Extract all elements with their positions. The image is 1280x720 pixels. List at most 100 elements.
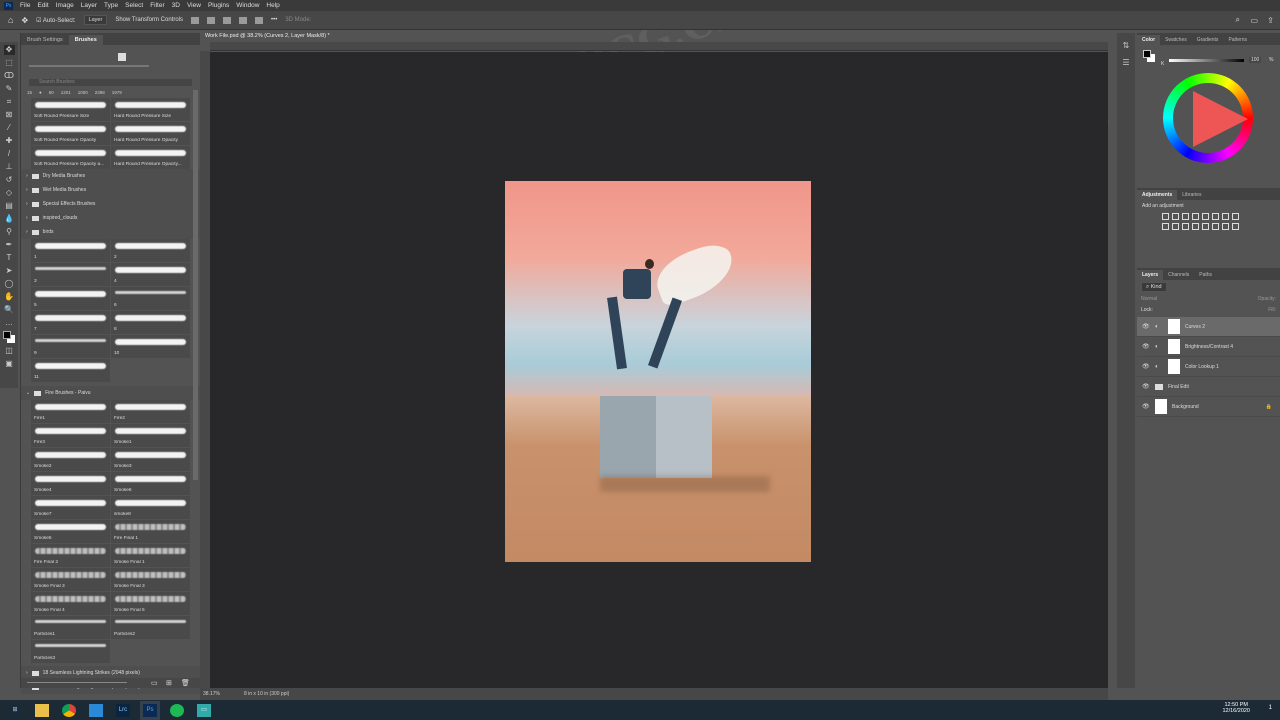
- adjustment-icon[interactable]: [1162, 223, 1169, 230]
- adjustment-icon[interactable]: [1182, 213, 1189, 220]
- brush-preset[interactable]: Soft Round Pressure Opacity a...: [31, 146, 110, 169]
- type-tool-icon[interactable]: T: [4, 253, 15, 263]
- tab-brush-settings[interactable]: Brush Settings: [21, 35, 69, 45]
- dodge-tool-icon[interactable]: ⚲: [4, 227, 15, 237]
- size-slider[interactable]: [29, 65, 149, 67]
- path-select-tool-icon[interactable]: ➤: [4, 266, 15, 276]
- tab-channels[interactable]: Channels: [1163, 270, 1194, 280]
- adjustment-icon[interactable]: [1172, 213, 1179, 220]
- brush-folder-fire[interactable]: ⌄ Fire Brushes - Paivu: [21, 386, 200, 400]
- tab-color[interactable]: Color: [1137, 35, 1161, 45]
- properties-panel-icon[interactable]: ☰: [1117, 58, 1135, 67]
- menu-window[interactable]: Window: [236, 2, 259, 9]
- share-icon[interactable]: ⇪: [1267, 16, 1274, 25]
- adjustment-icon[interactable]: [1232, 213, 1239, 220]
- brush-preset[interactable]: Smoke2: [31, 448, 110, 471]
- brush-preset[interactable]: Smoke Final 4: [31, 592, 110, 615]
- brush-preset[interactable]: Particles1: [31, 616, 110, 639]
- spotify-icon[interactable]: [170, 703, 184, 717]
- menu-view[interactable]: View: [187, 2, 201, 9]
- brush-preset[interactable]: Hard Round Pressure Opacity...: [111, 146, 190, 169]
- blur-tool-icon[interactable]: 💧: [4, 214, 15, 224]
- brush-tool-icon[interactable]: /: [4, 149, 15, 159]
- adjustment-icon[interactable]: [1212, 213, 1219, 220]
- adjustment-icon[interactable]: [1172, 223, 1179, 230]
- menu-plugins[interactable]: Plugins: [208, 2, 229, 9]
- brush-preset[interactable]: 3: [31, 263, 110, 286]
- align-right-icon[interactable]: [223, 16, 232, 24]
- brush-preset[interactable]: Smoke6: [111, 472, 190, 495]
- workspace-icon[interactable]: ▭: [1250, 16, 1258, 25]
- search-icon[interactable]: ⌕: [1236, 15, 1240, 25]
- brush-preset[interactable]: Particles2: [111, 616, 190, 639]
- fill-label[interactable]: Fill:: [1268, 307, 1276, 313]
- brush-preset[interactable]: Smoke3: [111, 448, 190, 471]
- lasso-tool-icon[interactable]: ↀ: [4, 71, 15, 81]
- k-slider[interactable]: [1169, 59, 1244, 62]
- delete-icon[interactable]: 🗑: [181, 679, 190, 687]
- brush-preset[interactable]: Fire2: [111, 400, 190, 423]
- brush-preset[interactable]: Hard Round Pressure Opacity: [111, 122, 190, 145]
- menu-image[interactable]: Image: [56, 2, 74, 9]
- gradient-tool-icon[interactable]: ▤: [4, 201, 15, 211]
- app-icon[interactable]: ▭: [197, 703, 211, 717]
- pen-tool-icon[interactable]: ✒: [4, 240, 15, 250]
- more-options-icon[interactable]: •••: [271, 17, 277, 23]
- frame-tool-icon[interactable]: ⊠: [4, 110, 15, 120]
- layer-row[interactable]: 👁 ◐ Color Lookup 1: [1137, 357, 1280, 377]
- brush-preset[interactable]: 4: [111, 263, 190, 286]
- brush-folder[interactable]: › Special Effects Brushes: [21, 197, 200, 211]
- zoom-level[interactable]: 38.17%: [203, 691, 220, 697]
- document-tab[interactable]: Work File.psd @ 38.2% (Curves 2, Layer M…: [200, 30, 348, 42]
- brush-preset[interactable]: Smoke Final 5: [111, 592, 190, 615]
- brush-preset[interactable]: 7: [31, 311, 110, 334]
- search-brushes-input[interactable]: Search Brushes: [29, 79, 192, 86]
- tab-paths[interactable]: Paths: [1194, 270, 1217, 280]
- new-group-icon[interactable]: ▭: [151, 679, 158, 687]
- crop-tool-icon[interactable]: ⌗: [4, 97, 15, 107]
- menu-filter[interactable]: Filter: [150, 2, 164, 9]
- quick-select-tool-icon[interactable]: ✎: [4, 84, 15, 94]
- home-icon[interactable]: ⌂: [8, 15, 13, 25]
- new-brush-icon[interactable]: [118, 53, 126, 61]
- adjustment-icon[interactable]: [1182, 223, 1189, 230]
- quick-mask-icon[interactable]: ◫: [4, 346, 15, 356]
- windows-start-icon[interactable]: ⊞: [8, 704, 22, 717]
- recent-brush[interactable]: 1000: [78, 90, 88, 95]
- document-size[interactable]: 8 in x 10 in (300 ppi): [244, 691, 289, 697]
- stamp-tool-icon[interactable]: ⊥: [4, 162, 15, 172]
- adjustment-icon[interactable]: [1232, 223, 1239, 230]
- menu-3d[interactable]: 3D: [172, 2, 180, 9]
- recent-brush[interactable]: 60: [49, 90, 54, 95]
- brush-preset[interactable]: Smoke4: [31, 472, 110, 495]
- opacity-label[interactable]: Opacity:: [1258, 296, 1276, 302]
- adjustment-icon[interactable]: [1202, 223, 1209, 230]
- align-top-icon[interactable]: [239, 16, 248, 24]
- auto-select-checkbox[interactable]: ☑ Auto-Select:: [36, 17, 75, 24]
- brush-preset[interactable]: 10: [111, 335, 190, 358]
- brush-preset[interactable]: smoke8: [111, 496, 190, 519]
- mail-icon[interactable]: [89, 703, 103, 717]
- adjustment-icon[interactable]: [1212, 223, 1219, 230]
- move-tool-icon[interactable]: ✥: [3, 45, 15, 55]
- foreground-color-swatch[interactable]: [1143, 50, 1151, 58]
- visibility-eye-icon[interactable]: 👁: [1142, 363, 1150, 370]
- brush-preset[interactable]: 9: [31, 335, 110, 358]
- recent-brush[interactable]: 2398: [95, 90, 105, 95]
- color-wheel[interactable]: [1163, 73, 1253, 163]
- brush-preset[interactable]: 6: [111, 287, 190, 310]
- adjustment-icon[interactable]: [1202, 213, 1209, 220]
- adjustment-icon[interactable]: [1192, 213, 1199, 220]
- healing-tool-icon[interactable]: ✚: [4, 136, 15, 146]
- recent-brush-soft-round[interactable]: ●: [39, 90, 42, 95]
- layer-row[interactable]: 👁 ◐ Curves 2: [1137, 317, 1280, 337]
- brush-preset[interactable]: Particles3: [31, 640, 110, 663]
- brush-preset[interactable]: 1: [31, 239, 110, 262]
- brush-folder[interactable]: › birds: [21, 225, 200, 239]
- document-canvas-image[interactable]: [505, 181, 811, 562]
- recent-brush[interactable]: 1201: [61, 90, 71, 95]
- layer-row[interactable]: 👁 Background 🔒: [1137, 397, 1280, 417]
- brush-preset[interactable]: Fire1: [31, 400, 110, 423]
- brush-preset[interactable]: Smoke1: [111, 424, 190, 447]
- visibility-eye-icon[interactable]: 👁: [1142, 383, 1150, 390]
